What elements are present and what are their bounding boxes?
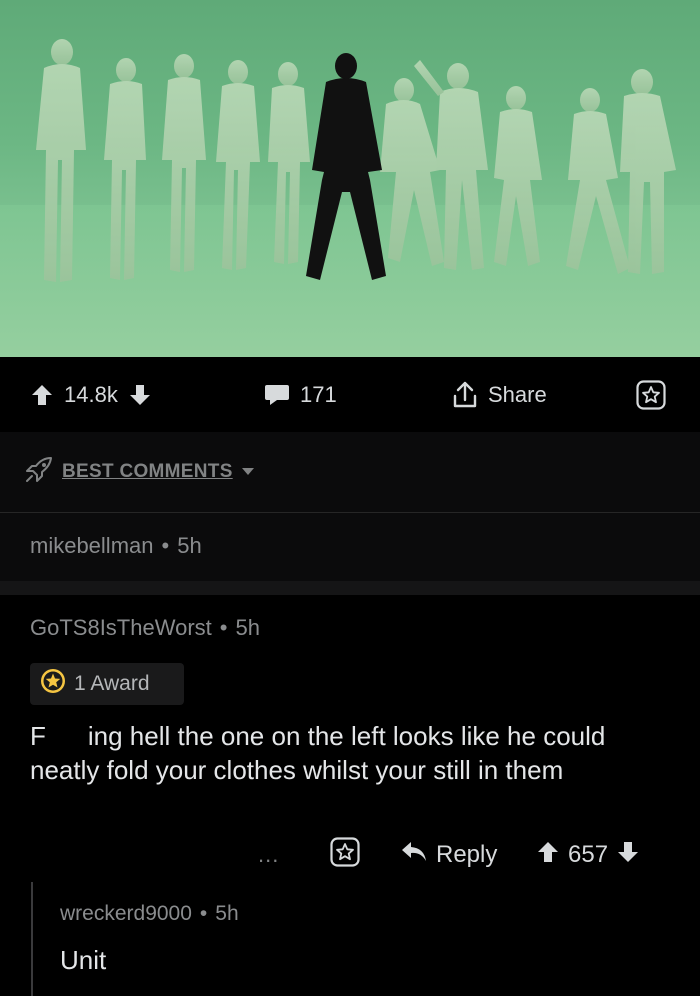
arrow-down-icon[interactable] xyxy=(128,383,152,407)
meta-separator: • xyxy=(219,615,228,640)
arrow-down-icon[interactable] xyxy=(616,840,640,871)
comment-meta: GoTS8IsTheWorst • 5h xyxy=(30,615,260,641)
meta-separator: • xyxy=(199,902,208,925)
chevron-down-icon xyxy=(241,463,255,481)
share-button[interactable]: Share xyxy=(452,357,547,432)
save-button[interactable] xyxy=(636,357,666,432)
share-icon xyxy=(452,381,478,409)
star-icon xyxy=(330,836,360,874)
comment-sort-bar: BEST COMMENTS xyxy=(0,432,700,512)
reply-button[interactable]: Reply xyxy=(400,837,497,873)
meta-separator: • xyxy=(161,533,170,558)
comment-actions: ... Reply 657 xyxy=(0,836,700,874)
speech-bubble-icon xyxy=(264,383,290,407)
comments-button[interactable]: 171 xyxy=(264,357,337,432)
award-badge[interactable]: 1 Award xyxy=(30,663,184,705)
comment-age: 5h xyxy=(177,533,202,558)
arrow-up-icon[interactable] xyxy=(30,383,54,407)
reply-age: 5h xyxy=(215,902,239,925)
comment-count: 171 xyxy=(300,381,337,407)
reply-body: Unit xyxy=(60,945,107,975)
arrow-up-icon[interactable] xyxy=(536,840,560,871)
post-image[interactable] xyxy=(0,0,700,357)
comment-vote-group: 657 xyxy=(536,837,640,873)
reply-meta: wreckerd9000 • 5h xyxy=(60,902,239,926)
sort-label: BEST COMMENTS xyxy=(62,461,233,482)
comment-age: 5h xyxy=(235,615,260,640)
thread-line[interactable] xyxy=(31,882,33,996)
sort-dropdown[interactable]: BEST COMMENTS xyxy=(24,456,255,488)
comment: GoTS8IsTheWorst • 5h 1 Award Fing hell t… xyxy=(0,595,700,996)
more-options-button[interactable]: ... xyxy=(258,837,279,873)
comment-author[interactable]: mikebellman xyxy=(30,533,154,559)
comment-separator-band xyxy=(0,581,700,595)
award-star-icon xyxy=(40,668,66,700)
comment-save-button[interactable] xyxy=(330,836,360,874)
comment-body: Fing hell the one on the left looks like… xyxy=(30,719,670,787)
comment-body-rest: ing hell the one on the left looks like … xyxy=(30,721,606,785)
reply-arrow-icon xyxy=(400,840,428,871)
figures-illustration xyxy=(36,39,676,282)
post-action-bar: 14.8k 171 Share xyxy=(0,357,700,432)
reply-author[interactable]: wreckerd9000 xyxy=(60,902,192,926)
collapsed-comment[interactable]: mikebellman • 5h xyxy=(0,513,700,581)
comment-score: 657 xyxy=(568,841,609,868)
share-label: Share xyxy=(488,381,547,407)
comment-body-start: F xyxy=(30,721,46,751)
post-vote-group: 14.8k xyxy=(30,357,152,432)
rocket-icon xyxy=(24,456,54,489)
comment-meta: mikebellman • 5h xyxy=(30,533,202,559)
award-label: 1 Award xyxy=(74,672,150,695)
vote-count: 14.8k xyxy=(64,381,118,407)
more-options-label: ... xyxy=(258,842,280,867)
star-icon xyxy=(636,379,666,410)
reply-label: Reply xyxy=(436,841,498,868)
comment-author[interactable]: GoTS8IsTheWorst xyxy=(30,615,212,641)
